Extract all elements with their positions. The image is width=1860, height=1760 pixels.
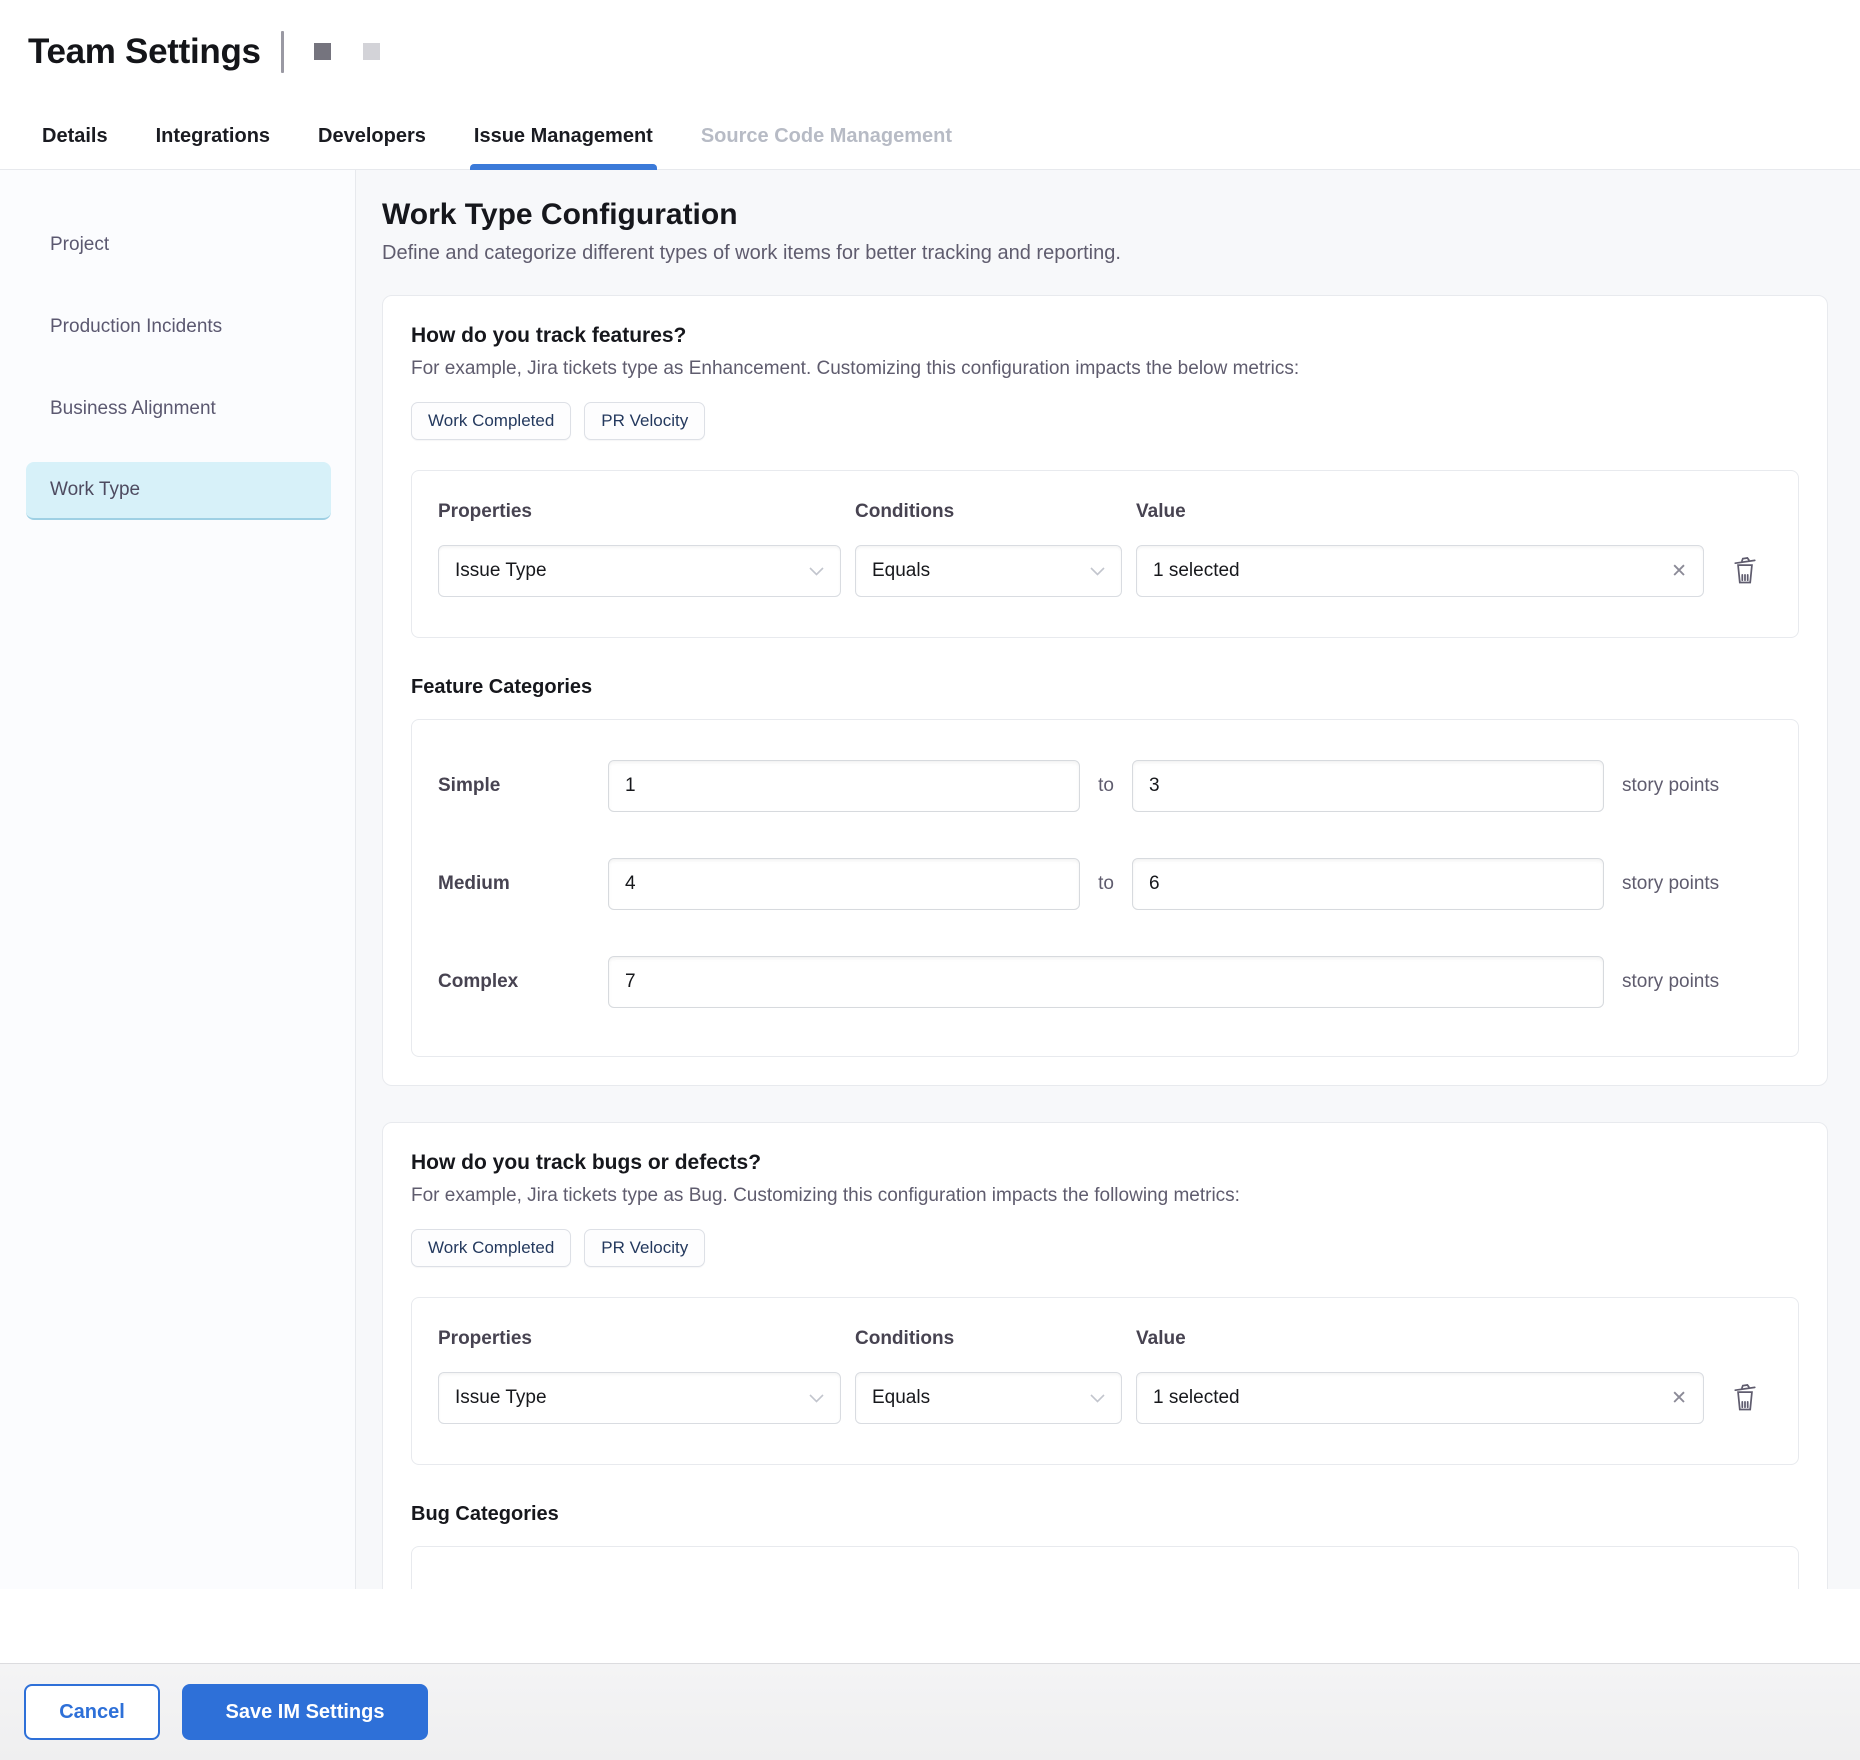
medium-to-input[interactable] [1132, 858, 1604, 910]
sidebar: Project Production Incidents Business Al… [0, 170, 356, 1589]
header-light-square-icon [363, 43, 380, 60]
metric-badge-pr-velocity: PR Velocity [584, 1229, 705, 1267]
title-separator [281, 31, 284, 73]
tab-developers[interactable]: Developers [318, 103, 426, 169]
category-label: Medium [438, 873, 608, 895]
clear-value-icon[interactable]: ✕ [1671, 1387, 1687, 1410]
conditions-label: Conditions [855, 501, 1122, 523]
feature-categories-box: Simple to story points Medium to story p… [411, 719, 1799, 1057]
chevron-down-icon [809, 1394, 824, 1403]
sidebar-item-production-incidents[interactable]: Production Incidents [26, 298, 331, 356]
category-label: Complex [438, 971, 608, 993]
property-select[interactable]: Issue Type [438, 545, 841, 597]
tab-source-code-management[interactable]: Source Code Management [701, 103, 952, 169]
bugs-metric-badges: Work Completed PR Velocity [411, 1229, 1799, 1267]
unit-label: story points [1622, 775, 1772, 797]
bugs-heading: How do you track bugs or defects? [411, 1151, 1799, 1175]
range-joiner: to [1098, 775, 1114, 797]
sidebar-item-project[interactable]: Project [26, 216, 331, 274]
metric-badge-pr-velocity: PR Velocity [584, 402, 705, 440]
page-title: Team Settings [28, 32, 261, 72]
simple-from-input[interactable] [608, 760, 1080, 812]
bug-categories-box [411, 1546, 1799, 1589]
features-heading: How do you track features? [411, 324, 1799, 348]
chevron-down-icon [1090, 567, 1105, 576]
features-filter-box: Properties Conditions Value Issue Type E… [411, 470, 1799, 638]
footer-action-bar: Cancel Save IM Settings [0, 1663, 1860, 1760]
category-label: Simple [438, 775, 608, 797]
clear-value-icon[interactable]: ✕ [1671, 560, 1687, 583]
bottom-spacer [0, 1589, 1860, 1663]
body-row: Project Production Incidents Business Al… [0, 170, 1860, 1589]
tab-integrations[interactable]: Integrations [156, 103, 270, 169]
properties-label: Properties [438, 501, 841, 523]
range-joiner: to [1098, 873, 1114, 895]
medium-from-input[interactable] [608, 858, 1080, 910]
category-row-complex: Complex story points [438, 956, 1772, 1008]
bugs-filter-box: Properties Conditions Value Issue Type E… [411, 1297, 1799, 1465]
value-label: Value [1136, 501, 1704, 523]
settings-tab-bar: Details Integrations Developers Issue Ma… [0, 103, 1860, 170]
value-label: Value [1136, 1328, 1704, 1350]
save-im-settings-button[interactable]: Save IM Settings [182, 1684, 428, 1740]
features-card: How do you track features? For example, … [382, 295, 1828, 1086]
value-select[interactable]: 1 selected ✕ [1136, 545, 1704, 597]
category-row-simple: Simple to story points [438, 760, 1772, 812]
header-dark-square-icon [314, 43, 331, 60]
conditions-label: Conditions [855, 1328, 1122, 1350]
bugs-description: For example, Jira tickets type as Bug. C… [411, 1185, 1799, 1207]
cancel-button[interactable]: Cancel [24, 1684, 160, 1740]
complex-input[interactable] [608, 956, 1604, 1008]
section-title: Work Type Configuration [382, 198, 1828, 232]
bugs-card: How do you track bugs or defects? For ex… [382, 1122, 1828, 1589]
chevron-down-icon [1090, 1394, 1105, 1403]
section-subtitle: Define and categorize different types of… [382, 242, 1828, 265]
bug-categories-heading: Bug Categories [411, 1503, 1799, 1526]
features-metric-badges: Work Completed PR Velocity [411, 402, 1799, 440]
feature-categories-heading: Feature Categories [411, 676, 1799, 699]
unit-label: story points [1622, 873, 1772, 895]
sidebar-item-business-alignment[interactable]: Business Alignment [26, 380, 331, 438]
chevron-down-icon [809, 567, 824, 576]
tab-issue-management[interactable]: Issue Management [474, 103, 653, 169]
trash-icon [1732, 555, 1758, 585]
delete-filter-button[interactable] [1728, 551, 1762, 592]
metric-badge-work-completed: Work Completed [411, 1229, 571, 1267]
app-header: Team Settings [0, 0, 1860, 103]
metric-badge-work-completed: Work Completed [411, 402, 571, 440]
main-content: Work Type Configuration Define and categ… [356, 170, 1860, 1589]
unit-label: story points [1622, 971, 1772, 993]
delete-filter-button[interactable] [1728, 1378, 1762, 1419]
value-select[interactable]: 1 selected ✕ [1136, 1372, 1704, 1424]
condition-select[interactable]: Equals [855, 1372, 1122, 1424]
features-description: For example, Jira tickets type as Enhanc… [411, 358, 1799, 380]
sidebar-item-work-type[interactable]: Work Type [26, 462, 331, 520]
category-row-medium: Medium to story points [438, 858, 1772, 910]
simple-to-input[interactable] [1132, 760, 1604, 812]
trash-icon [1732, 1382, 1758, 1412]
property-select[interactable]: Issue Type [438, 1372, 841, 1424]
properties-label: Properties [438, 1328, 841, 1350]
condition-select[interactable]: Equals [855, 545, 1122, 597]
tab-details[interactable]: Details [42, 103, 108, 169]
